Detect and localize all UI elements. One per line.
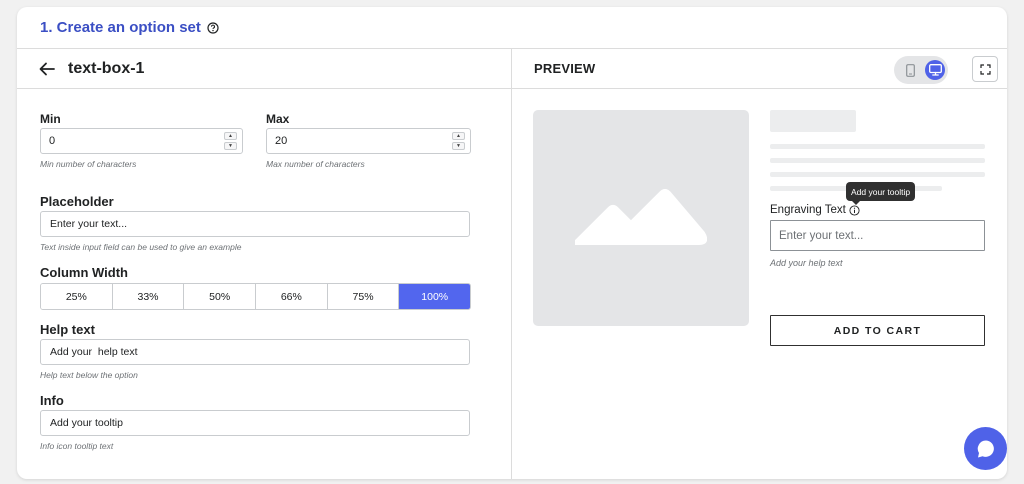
back-button[interactable] (39, 62, 55, 76)
column-width-option-50[interactable]: 50% (184, 284, 257, 309)
page-title: 1. Create an option set (40, 19, 201, 36)
max-decrement-button[interactable]: ▼ (452, 142, 465, 150)
min-increment-button[interactable]: ▲ (224, 132, 237, 140)
title-skeleton (770, 110, 856, 132)
min-label: Min (40, 112, 61, 126)
desktop-icon (928, 64, 942, 76)
preview-input-placeholder: Enter your text... (779, 229, 864, 242)
panes: text-box-1 Min 0 ▲ ▼ Min number of chara… (17, 49, 1007, 479)
placeholder-value: Enter your text... (50, 218, 128, 230)
info-value: Add your tooltip (50, 417, 123, 429)
max-hint: Max number of characters (266, 159, 365, 169)
placeholder-input[interactable]: Enter your text... (40, 211, 470, 237)
info-input[interactable]: Add your tooltip (40, 410, 470, 436)
preview-help-text: Add your help text (770, 258, 843, 268)
help-text-label: Help text (40, 322, 95, 337)
help-circle-icon[interactable] (207, 21, 219, 34)
preview-panel: PREVIEW Add your tooltip Engraving Text … (512, 49, 1007, 479)
mobile-view-button[interactable] (900, 60, 920, 80)
min-input[interactable]: 0 ▲ ▼ (40, 128, 243, 154)
card-header: 1. Create an option set (17, 7, 1007, 49)
column-width-option-100[interactable]: 100% (399, 284, 470, 309)
info-label: Info (40, 393, 64, 408)
device-toggle (894, 56, 948, 84)
editor-toolbar: text-box-1 (17, 49, 511, 89)
max-increment-button[interactable]: ▲ (452, 132, 465, 140)
column-width-selector: 25% 33% 50% 66% 75% 100% (40, 283, 471, 310)
min-decrement-button[interactable]: ▼ (224, 142, 237, 150)
add-to-cart-button[interactable]: ADD TO CART (770, 315, 985, 346)
desktop-view-button[interactable] (925, 60, 945, 80)
placeholder-label: Placeholder (40, 194, 114, 209)
option-set-card: 1. Create an option set text-box-1 Min 0… (17, 7, 1007, 479)
max-label: Max (266, 112, 290, 126)
min-value: 0 (49, 135, 56, 147)
option-name: text-box-1 (68, 59, 145, 77)
placeholder-hint: Text inside input field can be used to g… (40, 242, 242, 252)
preview-field-label: Engraving Text (770, 204, 860, 216)
info-icon[interactable] (849, 204, 860, 216)
chat-launcher-button[interactable] (964, 427, 1007, 470)
column-width-option-75[interactable]: 75% (327, 284, 400, 309)
help-text-hint: Help text below the option (40, 370, 138, 380)
info-hint: Info icon tooltip text (40, 441, 114, 451)
help-text-value: Add your help text (50, 346, 138, 358)
arrow-left-icon (39, 62, 55, 75)
mobile-icon (905, 63, 915, 77)
preview-title: PREVIEW (534, 61, 596, 76)
max-input[interactable]: 20 ▲ ▼ (266, 128, 471, 154)
min-hint: Min number of characters (40, 159, 137, 169)
text-skeleton-line (770, 144, 985, 149)
image-placeholder-icon (575, 189, 707, 245)
preview-text-input[interactable]: Enter your text... (770, 220, 985, 251)
chat-icon (977, 439, 994, 457)
text-skeleton-line (770, 172, 985, 177)
text-skeleton-line (770, 158, 985, 163)
min-spinner: ▲ ▼ (224, 132, 237, 150)
preview-field-label-text: Engraving Text (770, 204, 846, 216)
column-width-option-66[interactable]: 66% (256, 284, 328, 309)
column-width-label: Column Width (40, 265, 128, 280)
max-value: 20 (275, 135, 288, 147)
product-image-placeholder (533, 110, 749, 326)
max-spinner: ▲ ▼ (452, 132, 465, 150)
preview-toolbar: PREVIEW (512, 49, 1007, 89)
fullscreen-icon (979, 63, 991, 75)
fullscreen-button[interactable] (972, 56, 998, 82)
column-width-option-33[interactable]: 33% (112, 284, 185, 309)
column-width-option-25[interactable]: 25% (41, 284, 113, 309)
help-text-input[interactable]: Add your help text (40, 339, 470, 365)
option-editor: text-box-1 Min 0 ▲ ▼ Min number of chara… (17, 49, 512, 479)
info-tooltip: Add your tooltip (846, 182, 916, 205)
